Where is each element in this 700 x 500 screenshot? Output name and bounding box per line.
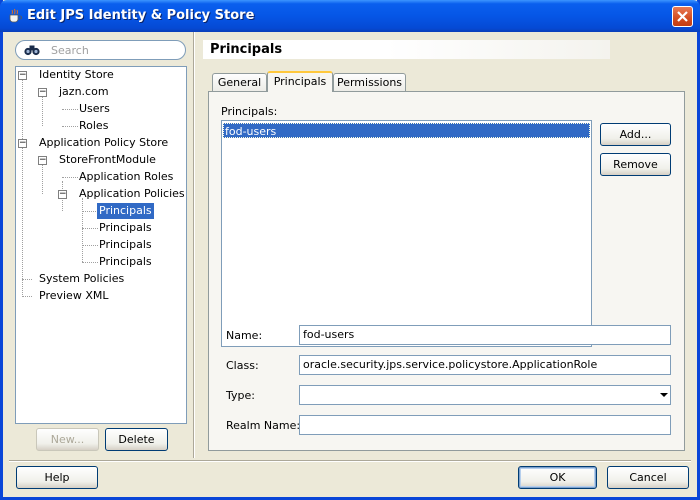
realm-name-label: Realm Name: <box>226 419 301 432</box>
tree-connector <box>22 79 23 297</box>
name-field[interactable]: fod-users <box>299 325 671 345</box>
chevron-down-icon <box>660 393 668 397</box>
dialog-window: Edit JPS Identity & Policy Store Search <box>0 0 700 500</box>
tree-connector <box>82 211 98 212</box>
tree-connector <box>42 96 43 126</box>
tree-item-system-policies[interactable]: System Policies <box>37 271 126 287</box>
list-item[interactable]: fod-users <box>223 123 590 138</box>
store-tree[interactable]: − Identity Store − jazn.com Users Roles … <box>15 66 187 424</box>
add-button-label: Add... <box>619 128 652 141</box>
tree-connector <box>22 296 32 297</box>
name-label: Name: <box>226 329 263 342</box>
class-field[interactable]: oracle.security.jps.service.policystore.… <box>299 355 671 375</box>
tree-item-storefront[interactable]: StoreFrontModule <box>57 152 158 168</box>
tree-item-principals[interactable]: Principals <box>97 220 154 236</box>
cancel-button[interactable]: Cancel <box>607 466 689 489</box>
coffee-cup-icon <box>9 8 22 23</box>
dialog-client: Search − Identity Store − jazn.com Users <box>3 32 697 497</box>
collapse-icon[interactable]: − <box>18 71 27 80</box>
delete-button-label: Delete <box>118 433 155 446</box>
tab-principals-label: Principals <box>273 75 327 88</box>
tab-permissions[interactable]: Permissions <box>333 73 406 92</box>
window-title: Edit JPS Identity & Policy Store <box>27 8 255 23</box>
tree-item-roles[interactable]: Roles <box>77 118 110 134</box>
tree-item-principals[interactable]: Principals <box>97 203 154 219</box>
help-button-label: Help <box>44 471 70 484</box>
tree-connector <box>42 164 43 194</box>
principals-list[interactable]: fod-users <box>221 120 592 347</box>
ok-button-label: OK <box>549 471 566 484</box>
cancel-button-label: Cancel <box>629 471 667 484</box>
tree-item-preview-xml[interactable]: Preview XML <box>37 288 110 304</box>
footer-divider <box>9 460 691 462</box>
search-input[interactable]: Search <box>15 40 186 60</box>
tree-item-app-roles[interactable]: Application Roles <box>77 169 175 185</box>
vertical-divider <box>193 32 195 458</box>
remove-button-label: Remove <box>613 158 658 171</box>
tree-connector <box>62 126 78 127</box>
close-button[interactable] <box>672 6 693 27</box>
page-title: Principals <box>203 40 610 59</box>
tree-item-principals[interactable]: Principals <box>97 237 154 253</box>
collapse-icon[interactable]: − <box>58 190 67 199</box>
tab-permissions-label: Permissions <box>336 76 403 89</box>
collapse-icon[interactable]: − <box>18 139 27 148</box>
remove-principal-button[interactable]: Remove <box>600 153 671 176</box>
tree-item-jazn[interactable]: jazn.com <box>57 84 111 100</box>
principals-list-label: Principals: <box>221 105 278 118</box>
close-icon <box>677 11 688 22</box>
type-dropdown-button[interactable] <box>656 386 670 404</box>
collapse-icon[interactable]: − <box>38 88 47 97</box>
binoculars-icon <box>24 45 40 56</box>
class-label: Class: <box>226 359 259 372</box>
type-select[interactable] <box>299 385 671 405</box>
tree-item-identity-store[interactable]: Identity Store <box>37 67 116 83</box>
add-principal-button[interactable]: Add... <box>600 123 671 146</box>
realm-name-field[interactable] <box>299 415 671 435</box>
type-label: Type: <box>226 389 255 402</box>
new-button-label: New... <box>50 433 85 446</box>
tree-connector <box>82 262 98 263</box>
tab-general-label: General <box>217 76 262 89</box>
tree-connector <box>82 228 98 229</box>
tree-connector <box>22 279 32 280</box>
tree-connector <box>82 198 83 262</box>
tree-item-app-policy-store[interactable]: Application Policy Store <box>37 135 170 151</box>
tree-item-users[interactable]: Users <box>77 101 112 117</box>
title-bar[interactable]: Edit JPS Identity & Policy Store <box>0 0 700 32</box>
tree-item-principals[interactable]: Principals <box>97 254 154 270</box>
tree-item-app-policies[interactable]: Application Policies <box>77 186 187 202</box>
delete-button[interactable]: Delete <box>105 428 168 451</box>
help-button[interactable]: Help <box>16 466 98 489</box>
tab-principals[interactable]: Principals <box>267 71 333 92</box>
new-button[interactable]: New... <box>36 428 99 451</box>
collapse-icon[interactable]: − <box>38 156 47 165</box>
tab-general[interactable]: General <box>212 73 267 92</box>
search-placeholder: Search <box>51 44 89 57</box>
ok-button[interactable]: OK <box>518 466 597 489</box>
tree-connector <box>82 245 98 246</box>
tree-connector <box>62 177 78 178</box>
tree-connector <box>62 109 78 110</box>
